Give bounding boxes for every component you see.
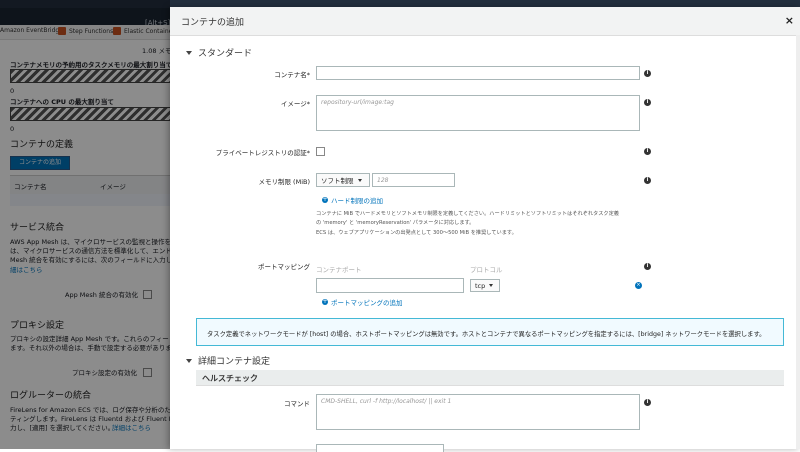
caret-down-icon: [186, 50, 192, 55]
container-name-label: コンテナ名*: [274, 71, 310, 79]
close-icon[interactable]: ×: [785, 14, 794, 27]
advanced-section-toggle[interactable]: 詳細コンテナ設定: [186, 354, 270, 367]
private-registry-label: プライベートレジストリの認証*: [215, 149, 310, 157]
add-hard-limit-link[interactable]: + ハード制限の追加: [322, 195, 383, 205]
memory-help-text-3: ECS は、ウェブアプリケーションの出発点として 300～500 MiB を推奨…: [316, 230, 517, 236]
memory-limit-input[interactable]: 128: [372, 173, 455, 187]
memory-limit-label: メモリ制限 (MiB): [258, 178, 310, 186]
protocol-select[interactable]: tcp: [470, 279, 500, 292]
protocol-header: プロトコル: [470, 266, 503, 274]
info-icon[interactable]: i: [644, 148, 651, 155]
private-registry-checkbox[interactable]: [316, 147, 325, 156]
container-port-input[interactable]: [316, 278, 464, 293]
network-mode-notice: タスク定義でネットワークモードが [host] の場合、ホストポートマッピングは…: [196, 318, 784, 346]
memory-limit-select-value: ソフト制限: [321, 177, 354, 185]
port-mapping-label: ポートマッピング: [258, 263, 310, 271]
standard-section-title: スタンダード: [198, 49, 253, 59]
add-port-mapping-link[interactable]: + ポートマッピングの追加: [322, 297, 403, 307]
image-label: イメージ*: [280, 100, 310, 108]
caret-down-icon: [186, 358, 192, 363]
chevron-down-icon: [489, 284, 494, 287]
add-container-dialog: コンテナの追加 × スタンダード コンテナ名* i イメージ* reposito…: [170, 7, 800, 452]
memory-limit-select[interactable]: ソフト制限: [316, 173, 370, 187]
memory-help-text-2: の 'memory' と 'memoryReservation' パラメータに対…: [316, 220, 475, 226]
memory-help-text-1: コンテナに MiB でハードメモリとソフトメモリ制限を定義してください。ハードリ…: [316, 211, 619, 217]
command-input[interactable]: CMD-SHELL, curl -f http://localhost/ || …: [316, 394, 640, 430]
modal-backdrop[interactable]: [0, 0, 170, 449]
standard-section-toggle[interactable]: スタンダード: [186, 46, 252, 59]
image-input[interactable]: repository-url/image:tag: [316, 95, 640, 131]
plus-icon: +: [322, 196, 328, 203]
info-icon[interactable]: i: [644, 177, 651, 184]
protocol-select-value: tcp: [475, 281, 486, 290]
next-field-input[interactable]: [316, 444, 444, 452]
add-port-mapping-label: ポートマッピングの追加: [331, 299, 403, 307]
container-port-header: コンテナポート: [316, 266, 362, 274]
dialog-title: コンテナの追加: [181, 18, 245, 28]
healthcheck-header: ヘルスチェック: [196, 370, 784, 386]
plus-icon: +: [322, 298, 328, 305]
advanced-section-title: 詳細コンテナ設定: [198, 357, 271, 367]
info-icon[interactable]: i: [644, 399, 651, 406]
container-name-input[interactable]: [316, 66, 640, 80]
info-icon[interactable]: i: [644, 263, 651, 270]
dialog-scrollbar[interactable]: [796, 35, 800, 449]
info-icon[interactable]: i: [644, 99, 651, 106]
chevron-down-icon: [357, 178, 362, 182]
info-icon[interactable]: i: [644, 70, 651, 77]
remove-port-icon[interactable]: ×: [635, 282, 642, 289]
dialog-header: コンテナの追加 ×: [170, 7, 800, 36]
add-hard-limit-label: ハード制限の追加: [331, 197, 383, 205]
command-label: コマンド: [284, 400, 310, 408]
